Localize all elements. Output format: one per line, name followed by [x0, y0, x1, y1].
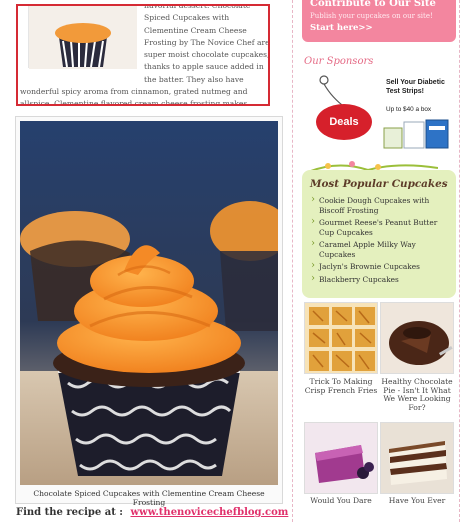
thumb-layered-cake[interactable] [380, 422, 454, 494]
featured-cupcake-photo[interactable] [20, 121, 278, 485]
thumb-caption[interactable]: Would You Dare [304, 496, 378, 506]
most-popular-box: Most Popular Cupcakes Cookie Dough Cupca… [302, 170, 456, 298]
ad-headline: Sell Your Diabetic Test Strips! [386, 79, 445, 95]
column-divider [292, 0, 293, 522]
right-edge-divider [459, 0, 460, 522]
popular-item[interactable]: Blackberry Cupcakes [310, 274, 448, 285]
find-recipe-line: Find the recipe at : www.thenovicechefbl… [16, 507, 288, 518]
test-strip-boxes-icon [383, 119, 449, 149]
popular-item[interactable]: Gourmet Reese's Peanut Butter Cup Cupcak… [310, 217, 448, 237]
thumb-caption[interactable]: Have You Ever [380, 496, 454, 506]
most-popular-title: Most Popular Cupcakes [310, 178, 448, 190]
contribute-banner[interactable]: Contribute to Our Site Publish your cupc… [302, 0, 456, 42]
main-column: flavorful dessert. Chocolate Spiced Cupc… [0, 0, 296, 522]
thumb-french-fries[interactable] [304, 302, 378, 374]
contribute-title: Contribute to Our Site [310, 0, 436, 9]
popular-item[interactable]: Caramel Apple Milky Way Cupcakes [310, 239, 448, 259]
popular-list: Cookie Dough Cupcakes with Biscoff Frost… [310, 195, 448, 285]
popular-item[interactable]: Jaclyn's Brownie Cupcakes [310, 261, 448, 272]
find-recipe-label: Find the recipe at : [16, 507, 124, 518]
contribute-subtitle: Publish your cupcakes on our site! [310, 12, 433, 20]
sponsors-heading: Our Sponsors [304, 56, 374, 67]
featured-photo-frame: Chocolate Spiced Cupcakes with Clementin… [15, 116, 283, 507]
thumb-caption[interactable]: Trick To Making Crisp French Fries [304, 377, 378, 395]
thumb-caption[interactable]: Healthy Chocolate Pie - Isn't It What We… [380, 377, 454, 412]
photo-caption: Chocolate Spiced Cupcakes with Clementin… [33, 489, 265, 507]
thumb-purple-dessert[interactable] [304, 422, 378, 494]
recipe-source-link[interactable]: www.thenovicechefblog.com [131, 507, 289, 518]
ad-subline: Up to $40 a box [386, 106, 432, 113]
right-sidebar: Contribute to Our Site Publish your cupc… [302, 0, 456, 522]
sponsor-ad[interactable]: Deals Sell Your Diabetic Test Strips! Up… [302, 68, 456, 152]
deals-tag[interactable]: Deals [316, 104, 372, 140]
thumb-chocolate-pie[interactable] [380, 302, 454, 374]
start-here-link[interactable]: Start here>> [310, 23, 448, 33]
excerpt-text: flavorful dessert. Chocolate Spiced Cupc… [20, 4, 270, 106]
post-excerpt-highlight[interactable]: flavorful dessert. Chocolate Spiced Cupc… [16, 4, 270, 106]
popular-item[interactable]: Cookie Dough Cupcakes with Biscoff Frost… [310, 195, 448, 215]
